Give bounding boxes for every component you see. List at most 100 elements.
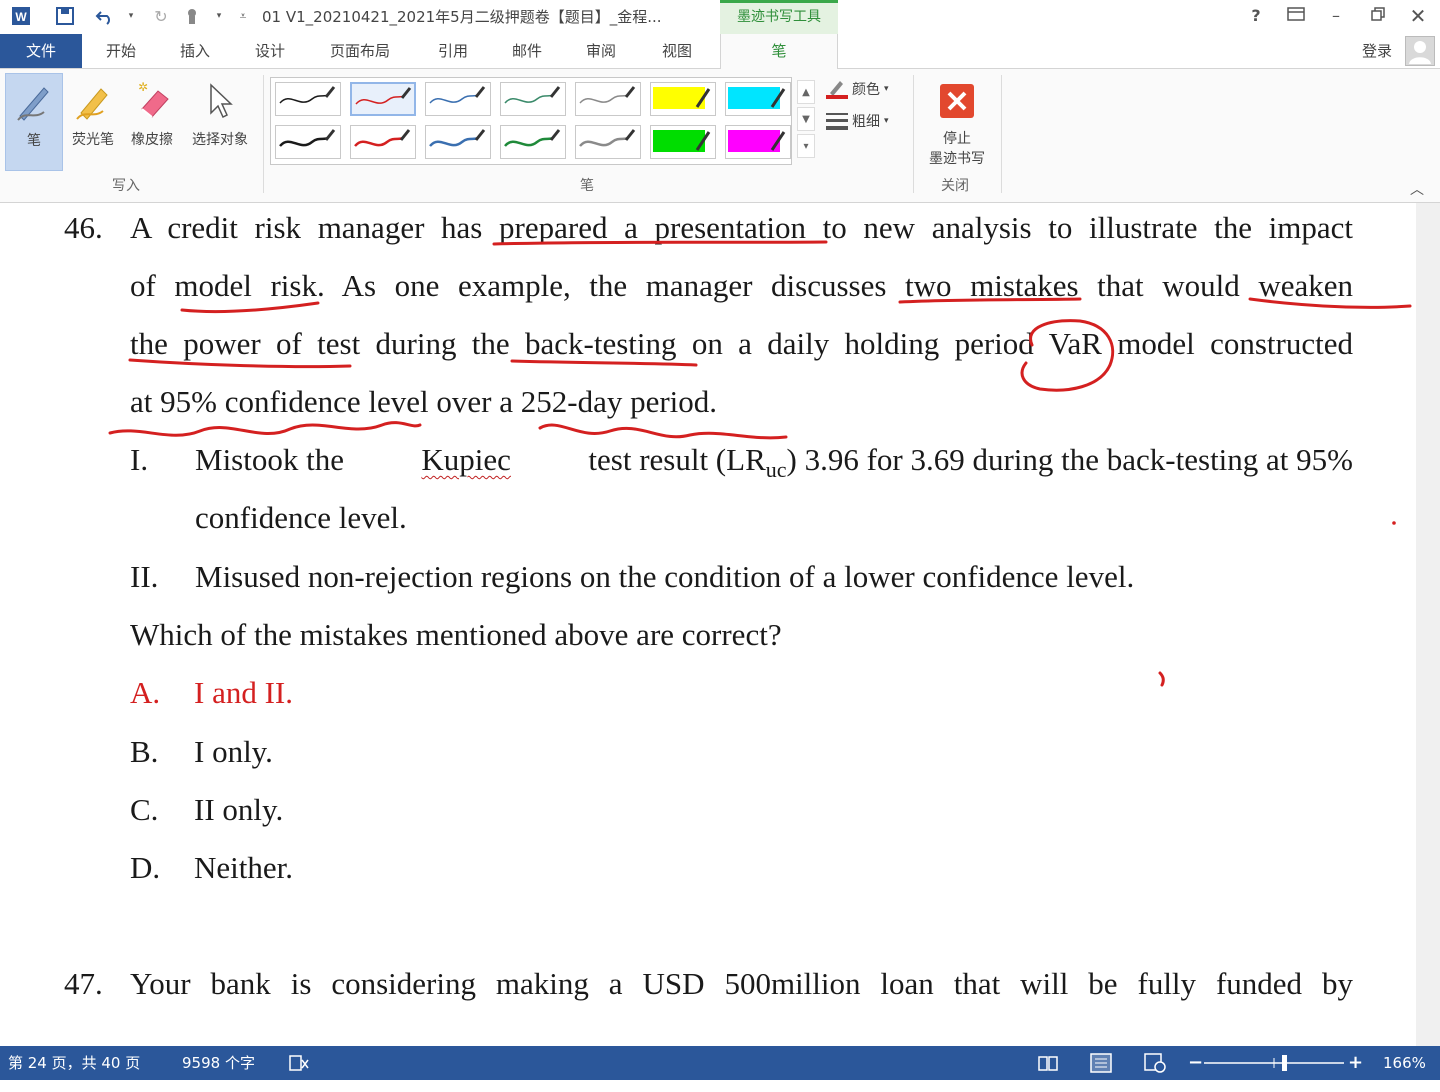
pen-swatch[interactable] — [425, 82, 491, 116]
chevron-down-icon: ▾ — [884, 116, 889, 126]
stop-inking-label-1: 停止 — [943, 131, 971, 147]
ink-underline — [492, 240, 828, 246]
select-objects-label: 选择对象 — [192, 132, 248, 148]
stop-inking-icon — [918, 73, 996, 129]
pen-color-label: 颜色 — [852, 82, 880, 98]
pen-button[interactable]: 笔 — [5, 73, 63, 171]
gallery-more-icon[interactable]: ▾ — [797, 134, 815, 158]
ink-tools-context-label: 墨迹书写工具 — [720, 0, 838, 34]
vertical-scrollbar[interactable] — [1416, 203, 1440, 1046]
ink-dot — [1392, 521, 1396, 525]
pen-color-button[interactable]: 颜色 ▾ — [826, 79, 889, 99]
close-icon[interactable]: ✕ — [1400, 4, 1436, 28]
svg-text:W: W — [15, 10, 27, 24]
write-group-label: 写入 — [112, 178, 140, 194]
gallery-scroll-up-icon[interactable]: ▲ — [797, 80, 815, 104]
minimize-icon[interactable]: – — [1318, 4, 1354, 28]
gallery-scroll-down-icon[interactable]: ▼ — [797, 107, 815, 131]
touch-dropdown-icon[interactable]: ▾ — [206, 4, 232, 28]
redo-icon[interactable]: ↻ — [148, 4, 174, 28]
ribbon-tabs: 文件 开始 插入 设计 页面布局 引用 邮件 审阅 视图 笔 登录 — [0, 34, 1440, 69]
zoom-in-icon[interactable]: + — [1348, 1046, 1363, 1080]
word-app-icon[interactable]: W — [8, 4, 34, 28]
zoom-level[interactable]: 166% — [1383, 1046, 1426, 1080]
pen-swatch[interactable] — [575, 82, 641, 116]
chevron-down-icon: ▾ — [884, 84, 889, 94]
pen-swatch[interactable] — [350, 82, 416, 116]
read-mode-icon[interactable] — [1038, 1046, 1058, 1084]
pen-swatch[interactable] — [725, 82, 791, 116]
pen-swatch[interactable] — [725, 125, 791, 159]
eraser-button[interactable]: ✲ 橡皮擦 — [124, 73, 180, 171]
tab-references[interactable]: 引用 — [438, 34, 468, 68]
print-layout-icon[interactable] — [1090, 1046, 1112, 1085]
close-group-label: 关闭 — [941, 178, 969, 194]
collapse-ribbon-icon[interactable]: ︿ — [1410, 179, 1424, 199]
pen-color-icon — [826, 81, 848, 99]
group-divider — [1001, 75, 1002, 193]
pens-group-label: 笔 — [580, 178, 594, 194]
pen-icon — [6, 74, 62, 130]
pen-weight-label: 粗细 — [852, 114, 880, 130]
save-icon[interactable] — [52, 4, 78, 28]
tab-design[interactable]: 设计 — [255, 34, 285, 68]
tab-mailings[interactable]: 邮件 — [512, 34, 542, 68]
highlighter-label: 荧光笔 — [72, 132, 114, 148]
svg-text:✲: ✲ — [138, 80, 148, 94]
pen-swatch[interactable] — [500, 125, 566, 159]
document-title: 01 V1_20210421_2021年5月二级押题卷【题目】_金程... — [262, 8, 662, 26]
ink-underline — [128, 358, 352, 369]
help-icon[interactable]: ? — [1238, 4, 1274, 28]
ribbon-pen: 笔 荧光笔 ✲ 橡皮擦 选择对象 写入 ▲ ▼ ▾ 颜色 ▾ 粗细 ▾ 笔 停止… — [0, 69, 1440, 203]
pen-swatch[interactable] — [425, 125, 491, 159]
ink-underline — [1248, 297, 1412, 309]
pen-weight-button[interactable]: 粗细 ▾ — [826, 111, 889, 131]
word-count[interactable]: 9598 个字 — [182, 1046, 255, 1080]
pen-swatch[interactable] — [500, 82, 566, 116]
pen-swatch[interactable] — [575, 125, 641, 159]
ribbon-display-options-icon[interactable] — [1278, 4, 1314, 28]
status-bar: 第 24 页，共 40 页 9598 个字 − + 166% — [0, 1046, 1440, 1080]
tab-home[interactable]: 开始 — [106, 34, 136, 68]
ink-wavy-underline — [108, 421, 422, 437]
select-objects-button[interactable]: 选择对象 — [184, 73, 256, 171]
restore-icon[interactable] — [1360, 4, 1396, 28]
page-count[interactable]: 第 24 页，共 40 页 — [8, 1046, 140, 1080]
ink-underline — [180, 301, 320, 314]
touch-mode-icon[interactable] — [180, 4, 206, 28]
web-layout-icon[interactable] — [1144, 1046, 1166, 1085]
pointer-icon — [184, 73, 256, 129]
tab-page-layout[interactable]: 页面布局 — [330, 34, 390, 68]
ink-underline — [510, 359, 698, 367]
undo-dropdown-icon[interactable]: ▾ — [118, 4, 144, 28]
zoom-out-icon[interactable]: − — [1188, 1046, 1203, 1080]
proofing-icon[interactable] — [288, 1046, 310, 1084]
pen-swatch[interactable] — [650, 125, 716, 159]
stop-inking-button[interactable]: 停止 墨迹书写 — [918, 73, 996, 171]
tab-view[interactable]: 视图 — [662, 34, 692, 68]
customize-toolbar-icon[interactable]: ⩡ — [230, 4, 256, 28]
group-divider — [263, 75, 264, 193]
stop-inking-label-2: 墨迹书写 — [929, 151, 985, 167]
tab-pen[interactable]: 笔 — [720, 34, 838, 69]
undo-icon[interactable] — [92, 4, 118, 28]
highlighter-button[interactable]: 荧光笔 — [66, 73, 120, 171]
ink-circle — [1020, 319, 1115, 392]
pen-swatch[interactable] — [350, 125, 416, 159]
sign-in-link[interactable]: 登录 — [1362, 34, 1392, 68]
tab-insert[interactable]: 插入 — [180, 34, 210, 68]
zoom-slider[interactable] — [1204, 1046, 1344, 1092]
pen-swatch[interactable] — [275, 125, 341, 159]
tab-file[interactable]: 文件 — [0, 34, 82, 68]
tab-review[interactable]: 审阅 — [586, 34, 616, 68]
eraser-icon: ✲ — [124, 73, 180, 129]
highlighter-icon — [66, 73, 120, 129]
avatar[interactable] — [1405, 36, 1435, 66]
eraser-label: 橡皮擦 — [131, 132, 173, 148]
pen-swatch[interactable] — [650, 82, 716, 116]
document-page[interactable]: 46. A credit risk manager has prepared a… — [0, 203, 1416, 1046]
line-weight-icon — [826, 113, 848, 130]
ink-underline — [898, 297, 1082, 304]
ink-mark — [1158, 671, 1165, 687]
pen-swatch[interactable] — [275, 82, 341, 116]
